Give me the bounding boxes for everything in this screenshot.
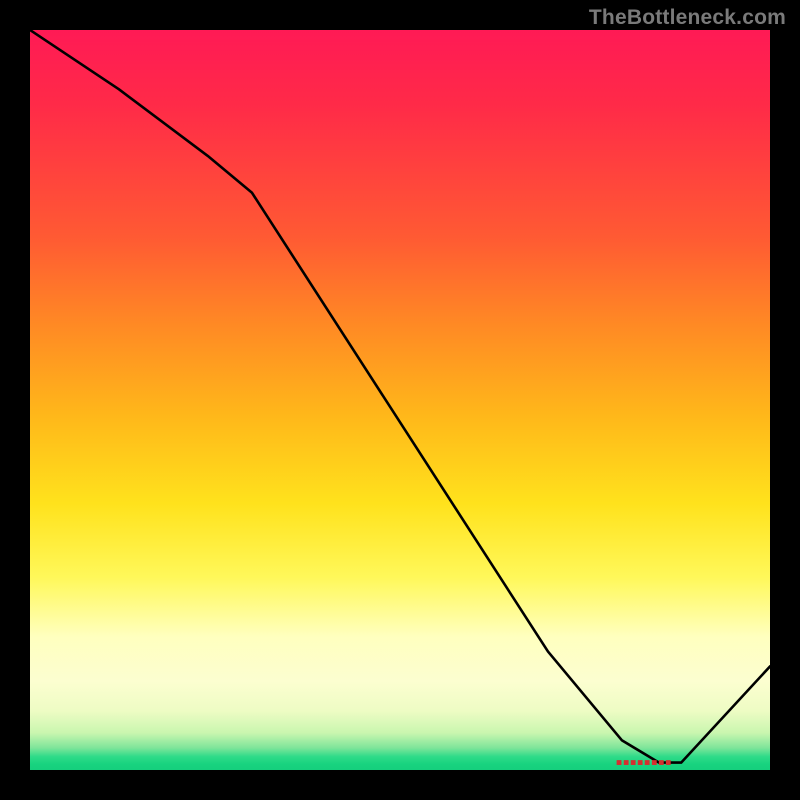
optimum-marker: ■■■■■■■■: [616, 757, 672, 768]
bottleneck-curve-path: [30, 30, 770, 763]
attribution-text: TheBottleneck.com: [589, 6, 786, 30]
chart-canvas: TheBottleneck.com ■■■■■■■■: [0, 0, 800, 800]
bottleneck-curve: [30, 30, 770, 770]
plot-frame: ■■■■■■■■: [30, 30, 770, 770]
